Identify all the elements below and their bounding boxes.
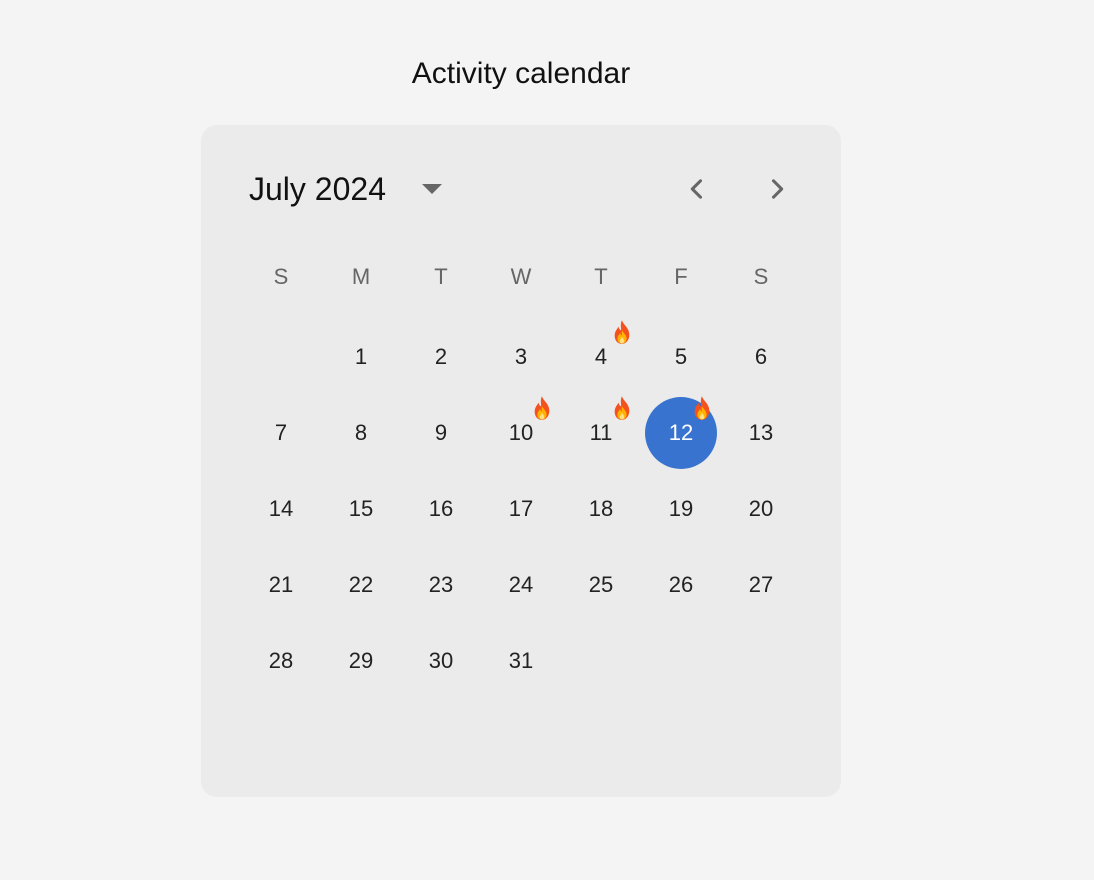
day-number: 3	[514, 344, 528, 369]
weekday-label: F	[674, 264, 688, 289]
weekday-label: S	[273, 264, 289, 289]
caret-down-icon	[421, 184, 442, 194]
day-cell[interactable]: 2	[401, 319, 481, 395]
month-year-label: July 2024	[249, 171, 386, 207]
day-number: 18	[588, 496, 614, 521]
weekday-header-row: S M T W T F S	[241, 257, 801, 297]
fire-icon	[614, 320, 630, 344]
day-cell[interactable]: 9	[401, 395, 481, 471]
day-number: 17	[508, 496, 534, 521]
day-number: 1	[354, 344, 368, 369]
previous-month-button[interactable]	[677, 169, 717, 209]
day-cell[interactable]: 6	[721, 319, 801, 395]
page-title: Activity calendar	[411, 57, 631, 90]
day-number: 21	[268, 572, 294, 597]
calendar-card: July 2024 S M T W T F S 1 2 3 4 5 6 7 8 9 10 11 12 1…	[201, 125, 841, 797]
day-cell[interactable]: 22	[321, 547, 401, 623]
next-month-button[interactable]	[757, 169, 797, 209]
day-number: 22	[348, 572, 374, 597]
day-cell[interactable]: 24	[481, 547, 561, 623]
day-number: 6	[754, 344, 768, 369]
day-number: 28	[268, 648, 294, 673]
day-cell[interactable]: 30	[401, 623, 481, 699]
empty-day-cell	[241, 319, 321, 395]
day-cell[interactable]: 15	[321, 471, 401, 547]
calendar-header: July 2024	[201, 125, 841, 255]
day-cell[interactable]: 16	[401, 471, 481, 547]
day-cell[interactable]: 27	[721, 547, 801, 623]
day-cell[interactable]: 31	[481, 623, 561, 699]
days-grid: 1 2 3 4 5 6 7 8 9 10 11 12 13 14 15 16 17 18 19 20 21 22 23 24 2…	[241, 319, 801, 699]
day-cell[interactable]: 20	[721, 471, 801, 547]
day-number: 31	[508, 648, 534, 673]
weekday-label: M	[351, 264, 371, 289]
day-cell[interactable]: 14	[241, 471, 321, 547]
day-cell[interactable]: 21	[241, 547, 321, 623]
day-cell[interactable]: 23	[401, 547, 481, 623]
fire-icon	[614, 396, 630, 420]
day-cell-selected[interactable]: 12	[641, 395, 721, 471]
chevron-left-icon	[690, 179, 703, 199]
fire-icon	[694, 396, 710, 420]
chevron-right-icon	[771, 179, 784, 199]
day-number: 23	[428, 572, 454, 597]
day-cell[interactable]: 1	[321, 319, 401, 395]
day-cell[interactable]: 3	[481, 319, 561, 395]
month-year-dropdown[interactable]: July 2024	[239, 165, 452, 213]
day-number: 16	[428, 496, 454, 521]
day-number: 8	[354, 420, 368, 445]
day-number: 26	[668, 572, 694, 597]
fire-icon	[534, 396, 550, 420]
day-number: 29	[348, 648, 374, 673]
day-cell[interactable]: 11	[561, 395, 641, 471]
day-cell[interactable]: 29	[321, 623, 401, 699]
day-number: 24	[508, 572, 534, 597]
day-cell[interactable]: 10	[481, 395, 561, 471]
day-cell[interactable]: 28	[241, 623, 321, 699]
weekday-label: S	[753, 264, 769, 289]
day-cell[interactable]: 18	[561, 471, 641, 547]
day-cell[interactable]: 13	[721, 395, 801, 471]
day-number: 13	[748, 420, 774, 445]
day-number: 7	[274, 420, 288, 445]
day-number: 19	[668, 496, 694, 521]
day-number: 20	[748, 496, 774, 521]
day-number: 9	[434, 420, 448, 445]
day-cell[interactable]: 17	[481, 471, 561, 547]
day-cell[interactable]: 7	[241, 395, 321, 471]
day-number: 5	[674, 344, 688, 369]
day-number: 25	[588, 572, 614, 597]
day-cell[interactable]: 26	[641, 547, 721, 623]
weekday-label: W	[510, 264, 532, 289]
day-cell[interactable]: 5	[641, 319, 721, 395]
day-cell[interactable]: 4	[561, 319, 641, 395]
day-number: 15	[348, 496, 374, 521]
day-cell[interactable]: 8	[321, 395, 401, 471]
weekday-label: T	[434, 264, 448, 289]
day-number: 14	[268, 496, 294, 521]
weekday-label: T	[594, 264, 608, 289]
day-number: 30	[428, 648, 454, 673]
day-cell[interactable]: 19	[641, 471, 721, 547]
day-cell[interactable]: 25	[561, 547, 641, 623]
day-number: 27	[748, 572, 774, 597]
day-number: 2	[434, 344, 448, 369]
